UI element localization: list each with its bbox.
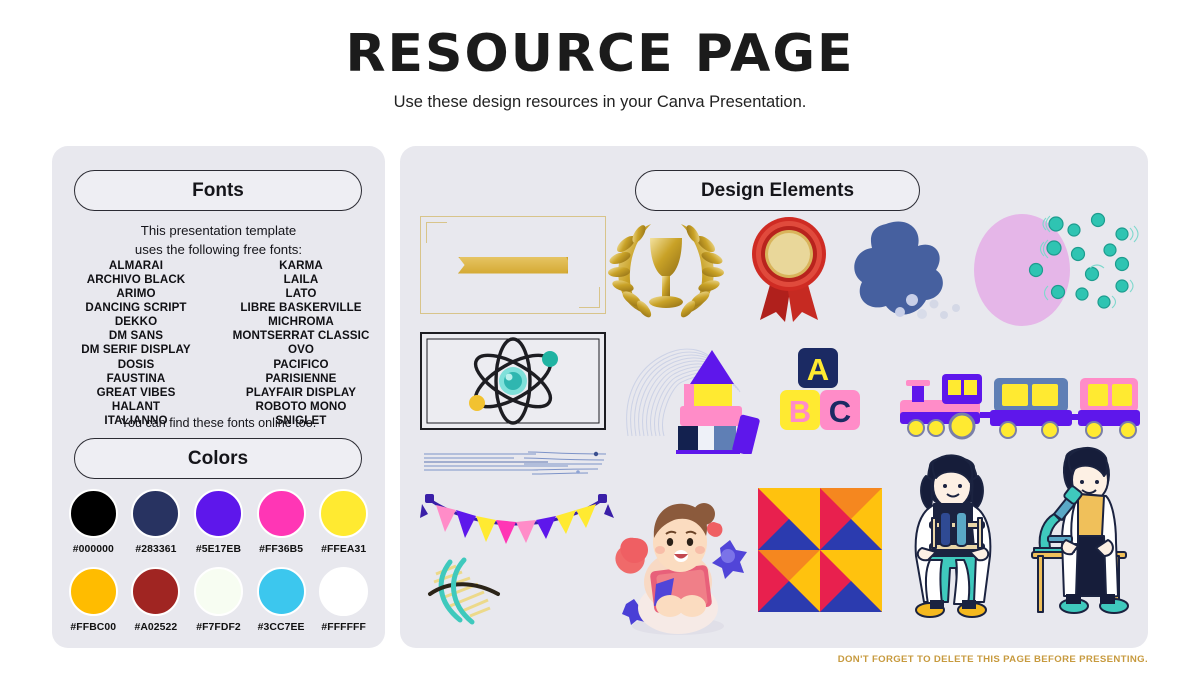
fonts-intro: This presentation template uses the foll… (52, 222, 385, 259)
font-name: LAILA (283, 273, 319, 287)
bunting-flags-graphic (418, 492, 614, 550)
font-name: ARCHIVO BLACK (86, 273, 186, 287)
color-swatch[interactable]: #FF36B5 (250, 489, 313, 555)
font-list-column-right: KARMA LAILA LATO LIBRE BASKERVILLE MICHR… (229, 259, 374, 428)
color-swatch-hex: #5E17EB (195, 544, 242, 555)
font-list: ALMARAI ARCHIVO BLACK ARIMO DANCING SCRI… (52, 259, 385, 428)
pink-oval-with-teal-microbes-graphic (970, 208, 1140, 328)
svg-text:C: C (829, 394, 851, 429)
geometric-triangle-pattern-graphic (758, 488, 882, 612)
font-name: MONTSERRAT CLASSIC (232, 329, 370, 343)
color-swatch[interactable]: #5E17EB (187, 489, 250, 555)
color-swatch[interactable]: #000000 (62, 489, 125, 555)
girl-with-book-3d-graphic (608, 486, 748, 636)
color-swatch-hex: #FFBC00 (70, 622, 117, 633)
color-swatch-hex: #FF36B5 (259, 544, 304, 555)
color-swatch-hex: #F7FDF2 (196, 622, 241, 633)
color-swatch-dot (193, 489, 243, 538)
font-name: ROBOTO MONO (255, 399, 347, 413)
scientist-with-microscope-graphic (1020, 444, 1144, 624)
svg-text:A: A (807, 352, 829, 387)
abc-letter-blocks-graphic: A B C (778, 346, 862, 432)
color-swatch[interactable]: #A02522 (125, 567, 188, 633)
font-name: PACIFICO (273, 357, 329, 371)
scientist-with-test-tubes-graphic (900, 452, 1006, 624)
color-swatch-hex: #FFEA31 (321, 544, 367, 555)
color-swatch[interactable]: #3CC7EE (250, 567, 313, 633)
dna-helix-graphic (420, 554, 516, 626)
font-name: DEKKO (114, 315, 158, 329)
color-swatch-dot (193, 567, 243, 616)
page-title: RESOURCE PAGE (345, 24, 855, 84)
footer-warning-note: DON'T FORGET TO DELETE THIS PAGE BEFORE … (837, 654, 1148, 665)
color-swatch-dot (68, 489, 118, 538)
fonts-section-header: Fonts (74, 170, 362, 211)
page-subtitle: Use these design resources in your Canva… (393, 93, 807, 111)
design-elements-pill-label: Design Elements (700, 179, 855, 201)
colors-pill-label: Colors (187, 447, 249, 469)
resource-page: RESOURCE PAGE Use these design resources… (0, 0, 1200, 675)
colors-section-header: Colors (74, 438, 362, 479)
color-swatch-dot (131, 489, 181, 538)
font-name: HALANT (111, 399, 161, 413)
font-name: ARIMO (116, 287, 156, 301)
svg-text:B: B (789, 394, 811, 429)
color-swatch-hex: #283361 (135, 544, 177, 555)
font-name: ALMARAI (108, 259, 164, 272)
font-name: FAUSTINA (106, 371, 166, 385)
design-elements-section-header: Design Elements (635, 170, 920, 211)
fonts-intro-line-1: This presentation template (140, 223, 297, 238)
font-name: LATO (285, 287, 317, 301)
color-swatch-dot (131, 567, 181, 616)
color-swatch[interactable]: #283361 (125, 489, 188, 555)
color-swatch-dot (319, 567, 369, 616)
color-swatch[interactable]: #FFEA31 (312, 489, 375, 555)
font-list-column-left: ALMARAI ARCHIVO BLACK ARIMO DANCING SCRI… (64, 259, 209, 428)
font-name: MICHROMA (268, 315, 334, 329)
color-swatch-hex: #000000 (72, 544, 114, 555)
font-name: DM SANS (108, 329, 164, 343)
color-swatch-hex: #A02522 (134, 622, 178, 633)
certificate-frame-gold-ribbon-graphic (420, 216, 606, 314)
color-swatch-hex: #3CC7EE (257, 622, 305, 633)
font-name: PARISIENNE (265, 371, 337, 385)
fonts-panel: Fonts This presentation template uses th… (52, 146, 385, 648)
color-swatch-dot (68, 567, 118, 616)
color-swatch-hex: #FFFFFF (321, 622, 366, 633)
color-swatch-dot (319, 489, 369, 538)
font-name: DOSIS (117, 357, 155, 371)
atom-in-frame-graphic (420, 332, 606, 430)
font-name: GREAT VIBES (96, 385, 176, 399)
color-swatch-grid: #000000 #283361 #5E17EB #FF36B5 #FFEA31 … (62, 489, 375, 633)
gold-ribbon-banner (458, 256, 568, 274)
color-swatch-dot (256, 567, 306, 616)
font-name: DM SERIF DISPLAY (81, 343, 191, 357)
color-swatch[interactable]: #FFBC00 (62, 567, 125, 633)
font-name: DANCING SCRIPT (85, 301, 187, 315)
font-name: KARMA (279, 259, 323, 272)
toy-building-blocks-graphic (670, 344, 766, 456)
font-name: LIBRE BASKERVILLE (240, 301, 362, 315)
fonts-pill-label: Fonts (192, 179, 244, 201)
blue-abstract-blob-graphic (848, 216, 966, 326)
laurel-wreath-trophy-graphic (603, 212, 729, 320)
design-elements-panel: Design Elements A B C (400, 146, 1148, 648)
blue-line-decoration-graphic (418, 446, 610, 480)
font-name: PLAYFAIR DISPLAY (245, 385, 357, 399)
color-swatch[interactable]: #F7FDF2 (187, 567, 250, 633)
color-swatch-dot (256, 489, 306, 538)
color-swatch[interactable]: #FFFFFF (312, 567, 375, 633)
colorful-toy-train-graphic (890, 358, 1140, 444)
font-name: OVO (287, 343, 315, 357)
red-award-rosette-graphic (740, 212, 838, 324)
fonts-intro-line-2: uses the following free fonts: (134, 241, 303, 257)
fonts-outro: You can find these fonts online too. (120, 416, 317, 430)
